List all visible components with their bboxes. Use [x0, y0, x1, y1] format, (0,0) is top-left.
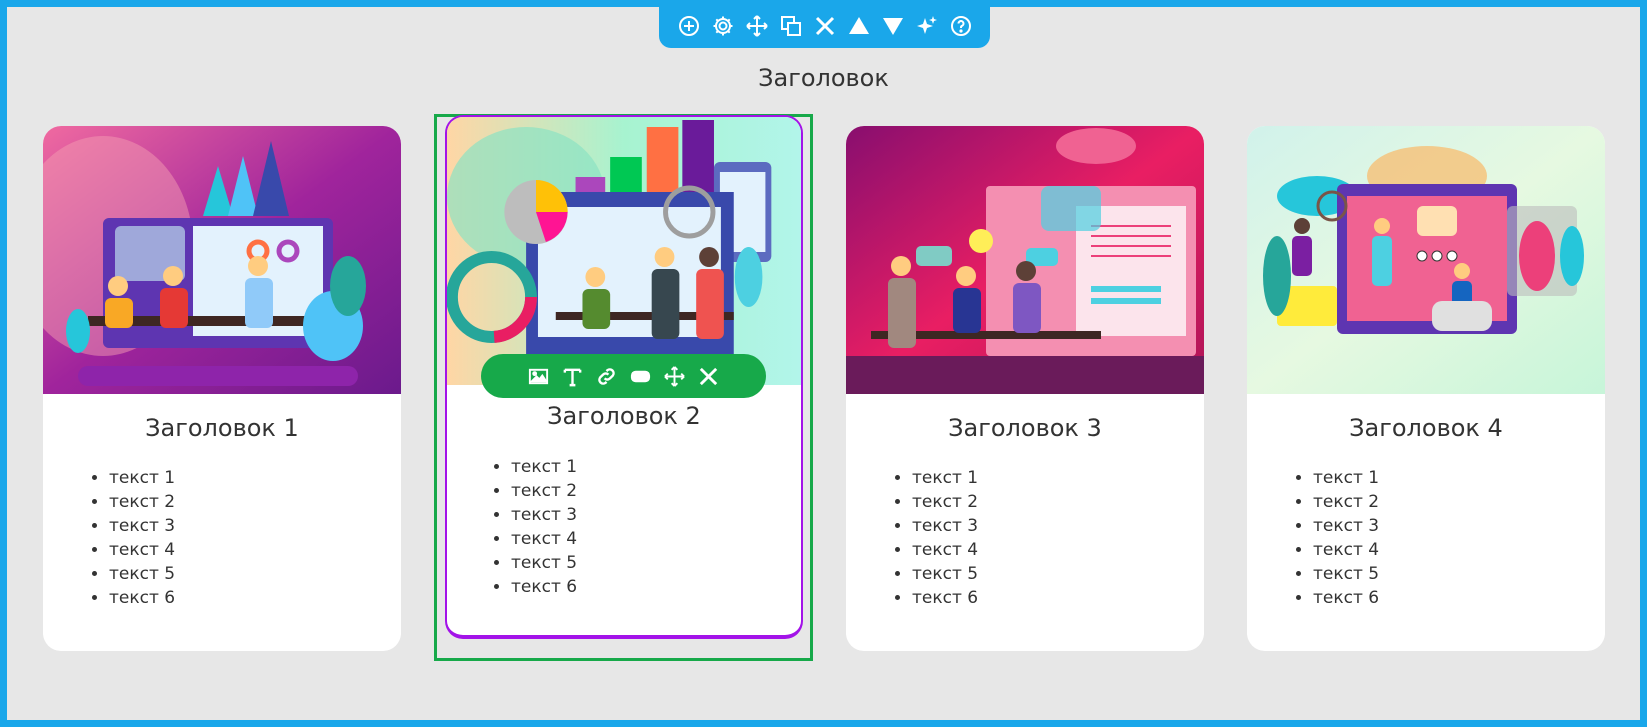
delete-icon[interactable]	[696, 364, 721, 389]
card-4-list[interactable]: текст 1 текст 2 текст 3 текст 4 текст 5 …	[1313, 466, 1379, 610]
list-item[interactable]: текст 4	[1313, 538, 1379, 562]
card-2-title[interactable]: Заголовок 2	[447, 402, 801, 430]
card-4[interactable]: Заголовок 4 текст 1 текст 2 текст 3 текс…	[1247, 126, 1605, 651]
list-item[interactable]: текст 4	[109, 538, 175, 562]
list-item[interactable]: текст 2	[511, 479, 577, 503]
move-down-icon[interactable]	[880, 14, 905, 39]
button-icon[interactable]	[628, 364, 653, 389]
list-item[interactable]: текст 5	[912, 562, 978, 586]
move-up-icon[interactable]	[846, 14, 871, 39]
list-item[interactable]: текст 6	[1313, 586, 1379, 610]
card-3-list[interactable]: текст 1 текст 2 текст 3 текст 4 текст 5 …	[912, 466, 978, 610]
block-toolbar	[659, 0, 990, 48]
list-item[interactable]: текст 2	[912, 490, 978, 514]
list-item[interactable]: текст 3	[109, 514, 175, 538]
delete-icon[interactable]	[812, 14, 837, 39]
list-item[interactable]: текст 5	[511, 551, 577, 575]
list-item[interactable]: текст 2	[109, 490, 175, 514]
list-item[interactable]: текст 3	[511, 503, 577, 527]
list-item[interactable]: текст 6	[511, 575, 577, 599]
list-item[interactable]: текст 4	[511, 527, 577, 551]
add-icon[interactable]	[676, 14, 701, 39]
card-toolbar	[481, 354, 766, 398]
move-icon[interactable]	[662, 364, 687, 389]
card-3-title[interactable]: Заголовок 3	[846, 414, 1204, 442]
list-item[interactable]: текст 1	[109, 466, 175, 490]
card-4-title[interactable]: Заголовок 4	[1247, 414, 1605, 442]
card-1-image[interactable]	[43, 126, 401, 394]
list-item[interactable]: текст 1	[511, 455, 577, 479]
duplicate-icon[interactable]	[778, 14, 803, 39]
list-item[interactable]: текст 5	[109, 562, 175, 586]
card-1[interactable]: Заголовок 1 текст 1 текст 2 текст 3 текс…	[43, 126, 401, 651]
image-icon[interactable]	[526, 364, 551, 389]
list-item[interactable]: текст 1	[912, 466, 978, 490]
list-item[interactable]: текст 3	[912, 514, 978, 538]
link-icon[interactable]	[594, 364, 619, 389]
list-item[interactable]: текст 2	[1313, 490, 1379, 514]
card-1-list[interactable]: текст 1 текст 2 текст 3 текст 4 текст 5 …	[109, 466, 175, 610]
card-3[interactable]: Заголовок 3 текст 1 текст 2 текст 3 текс…	[846, 126, 1204, 651]
text-icon[interactable]	[560, 364, 585, 389]
magic-icon[interactable]	[914, 14, 939, 39]
list-item[interactable]: текст 1	[1313, 466, 1379, 490]
list-item[interactable]: текст 5	[1313, 562, 1379, 586]
card-2-list[interactable]: текст 1 текст 2 текст 3 текст 4 текст 5 …	[511, 455, 577, 599]
card-1-title[interactable]: Заголовок 1	[43, 414, 401, 442]
settings-icon[interactable]	[710, 14, 735, 39]
card-4-image[interactable]	[1247, 126, 1605, 394]
list-item[interactable]: текст 3	[1313, 514, 1379, 538]
list-item[interactable]: текст 6	[109, 586, 175, 610]
move-icon[interactable]	[744, 14, 769, 39]
section-title[interactable]: Заголовок	[0, 64, 1647, 92]
help-icon[interactable]	[948, 14, 973, 39]
card-2-image[interactable]	[447, 117, 801, 385]
list-item[interactable]: текст 4	[912, 538, 978, 562]
list-item[interactable]: текст 6	[912, 586, 978, 610]
card-3-image[interactable]	[846, 126, 1204, 394]
